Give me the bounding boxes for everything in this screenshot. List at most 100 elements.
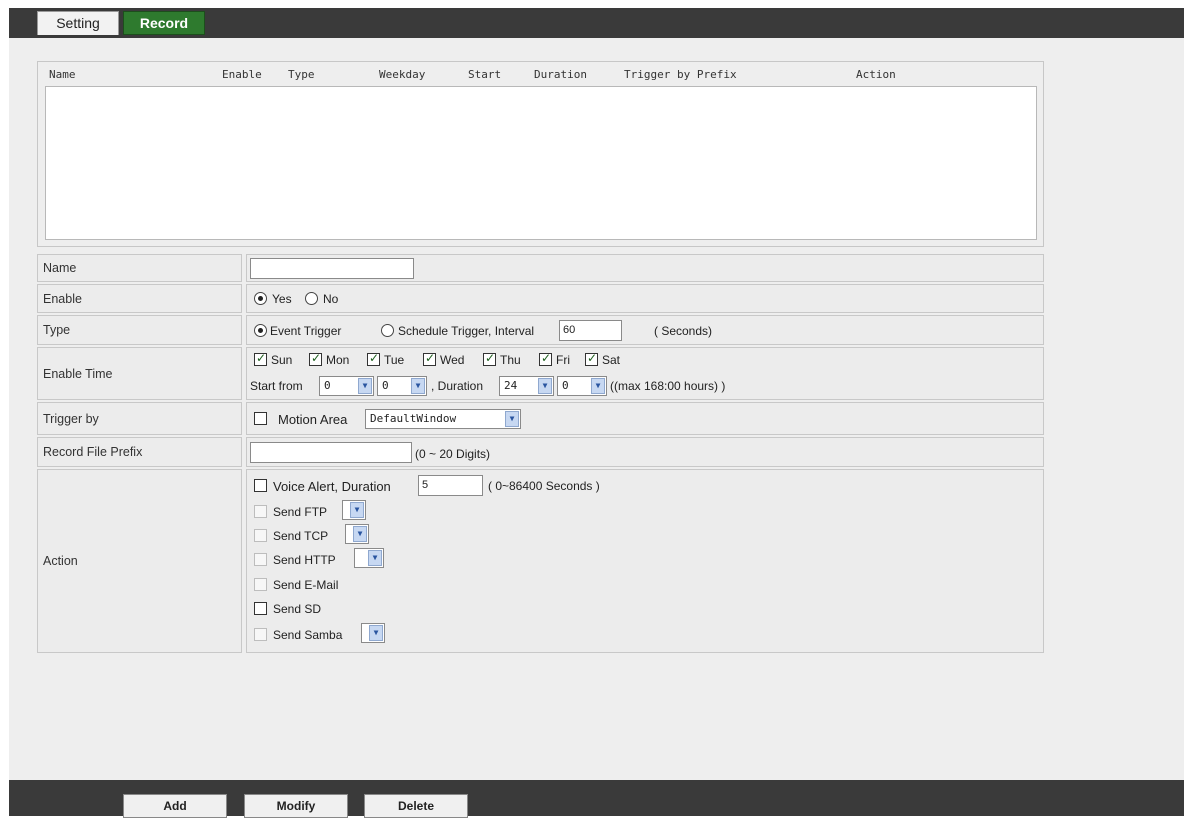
event-trigger-label: Event Trigger xyxy=(270,324,342,338)
modify-button[interactable]: Modify xyxy=(244,794,348,818)
start-hour-value: 0 xyxy=(324,379,331,392)
enable-time-label: Enable Time xyxy=(37,347,242,400)
send-ftp-select[interactable]: ▼ xyxy=(342,500,366,520)
add-button[interactable]: Add xyxy=(123,794,227,818)
enable-yes-radio[interactable] xyxy=(254,292,267,305)
day-fri-checkbox[interactable] xyxy=(539,351,552,366)
duration-min-value: 0 xyxy=(562,379,569,392)
chevron-down-icon: ▼ xyxy=(350,502,364,518)
send-http-label: Send HTTP xyxy=(273,553,336,567)
start-min-select[interactable]: 0 ▼ xyxy=(377,376,427,396)
interval-unit: ( Seconds) xyxy=(654,324,713,338)
send-ftp-checkbox[interactable] xyxy=(254,505,267,518)
record-list: Name Enable Type Weekday Start Duration … xyxy=(37,61,1044,247)
send-samba-select[interactable]: ▼ xyxy=(361,623,385,643)
send-samba-checkbox[interactable] xyxy=(254,628,267,641)
day-sat-label: Sat xyxy=(602,353,621,367)
record-list-body[interactable] xyxy=(45,86,1037,240)
day-wed-label: Wed xyxy=(440,353,465,367)
motion-area-label: Motion Area xyxy=(278,412,348,427)
name-input[interactable] xyxy=(250,258,414,279)
col-duration: Duration xyxy=(534,68,587,81)
chevron-down-icon: ▼ xyxy=(411,378,425,394)
type-row: Type Event Trigger Schedule Trigger, Int… xyxy=(37,315,1044,345)
day-tue-checkbox[interactable] xyxy=(367,351,380,366)
record-panel: Name Enable Type Weekday Start Duration … xyxy=(9,38,1184,780)
prefix-label: Record File Prefix xyxy=(37,437,242,467)
trigger-by-label: Trigger by xyxy=(37,402,242,435)
send-sd-label: Send SD xyxy=(273,602,322,616)
schedule-trigger-radio[interactable] xyxy=(381,324,394,337)
day-thu-checkbox[interactable] xyxy=(483,351,496,366)
day-mon-checkbox[interactable] xyxy=(309,351,322,366)
prefix-row: Record File Prefix (0 ~ 20 Digits) xyxy=(37,437,1044,467)
prefix-value-cell: (0 ~ 20 Digits) xyxy=(246,437,1044,467)
col-enable: Enable xyxy=(222,68,262,81)
name-value-cell xyxy=(246,254,1044,282)
chevron-down-icon: ▼ xyxy=(358,378,372,394)
enable-yes-label: Yes xyxy=(272,292,292,306)
prefix-hint: (0 ~ 20 Digits) xyxy=(415,447,491,461)
send-http-select[interactable]: ▼ xyxy=(354,548,384,568)
duration-hour-value: 24 xyxy=(504,379,518,392)
duration-min-select[interactable]: 0 ▼ xyxy=(557,376,607,396)
day-sun-checkbox[interactable] xyxy=(254,351,267,366)
trigger-by-value-cell: Motion Area DefaultWindow ▼ xyxy=(246,402,1044,435)
delete-button[interactable]: Delete xyxy=(364,794,468,818)
tab-record[interactable]: Record xyxy=(123,11,205,35)
col-type: Type xyxy=(288,68,315,81)
enable-time-row: Enable Time Sun Mon Tue Wed Thu Fri Sat … xyxy=(37,347,1044,400)
app-frame: Setting Record Name Enable Type Weekday … xyxy=(9,8,1184,818)
chevron-down-icon: ▼ xyxy=(353,526,367,542)
voice-duration-input[interactable]: 5 xyxy=(418,475,483,496)
type-value-cell: Event Trigger Schedule Trigger, Interval… xyxy=(246,315,1044,345)
col-name: Name xyxy=(49,68,76,81)
motion-window-select[interactable]: DefaultWindow ▼ xyxy=(365,409,521,429)
schedule-trigger-label: Schedule Trigger, Interval xyxy=(398,324,535,338)
duration-label: , Duration xyxy=(431,379,484,393)
send-tcp-label: Send TCP xyxy=(273,529,329,543)
col-trigger-prefix: Trigger by Prefix xyxy=(624,68,737,81)
event-trigger-radio[interactable] xyxy=(254,324,267,337)
enable-time-value-cell: Sun Mon Tue Wed Thu Fri Sat Start from 0… xyxy=(246,347,1044,400)
list-header: Name Enable Type Weekday Start Duration … xyxy=(38,62,1043,84)
col-weekday: Weekday xyxy=(379,68,426,81)
max-duration-note: ((max 168:00 hours) ) xyxy=(610,379,726,393)
tab-setting[interactable]: Setting xyxy=(37,11,119,35)
col-action: Action xyxy=(856,68,896,81)
button-bar: Add Modify Delete xyxy=(9,780,1184,818)
day-thu-label: Thu xyxy=(500,353,521,367)
chevron-down-icon: ▼ xyxy=(368,550,382,566)
type-label: Type xyxy=(37,315,242,345)
enable-no-radio[interactable] xyxy=(305,292,318,305)
send-http-checkbox[interactable] xyxy=(254,553,267,566)
trigger-by-row: Trigger by Motion Area DefaultWindow ▼ xyxy=(37,402,1044,435)
col-start: Start xyxy=(468,68,502,81)
send-ftp-label: Send FTP xyxy=(273,505,328,519)
send-email-checkbox[interactable] xyxy=(254,578,267,591)
start-hour-select[interactable]: 0 ▼ xyxy=(319,376,374,396)
enable-no-label: No xyxy=(323,292,339,306)
day-sun-label: Sun xyxy=(271,353,293,367)
send-sd-checkbox[interactable] xyxy=(254,602,267,615)
enable-label: Enable xyxy=(37,284,242,313)
chevron-down-icon: ▼ xyxy=(591,378,605,394)
day-wed-checkbox[interactable] xyxy=(423,351,436,366)
voice-duration-hint: ( 0~86400 Seconds ) xyxy=(488,479,600,493)
enable-value-cell: Yes No xyxy=(246,284,1044,313)
tab-bar: Setting Record xyxy=(9,8,1184,38)
send-tcp-select[interactable]: ▼ xyxy=(345,524,369,544)
day-sat-checkbox[interactable] xyxy=(585,351,598,366)
interval-input[interactable]: 60 xyxy=(559,320,622,341)
start-min-value: 0 xyxy=(382,379,389,392)
send-tcp-checkbox[interactable] xyxy=(254,529,267,542)
start-from-label: Start from xyxy=(250,379,303,393)
day-tue-label: Tue xyxy=(384,353,405,367)
motion-area-checkbox[interactable] xyxy=(254,412,267,425)
chevron-down-icon: ▼ xyxy=(538,378,552,394)
day-fri-label: Fri xyxy=(556,353,570,367)
duration-hour-select[interactable]: 24 ▼ xyxy=(499,376,554,396)
send-samba-label: Send Samba xyxy=(273,628,343,642)
prefix-input[interactable] xyxy=(250,442,412,463)
voice-alert-checkbox[interactable] xyxy=(254,479,267,492)
